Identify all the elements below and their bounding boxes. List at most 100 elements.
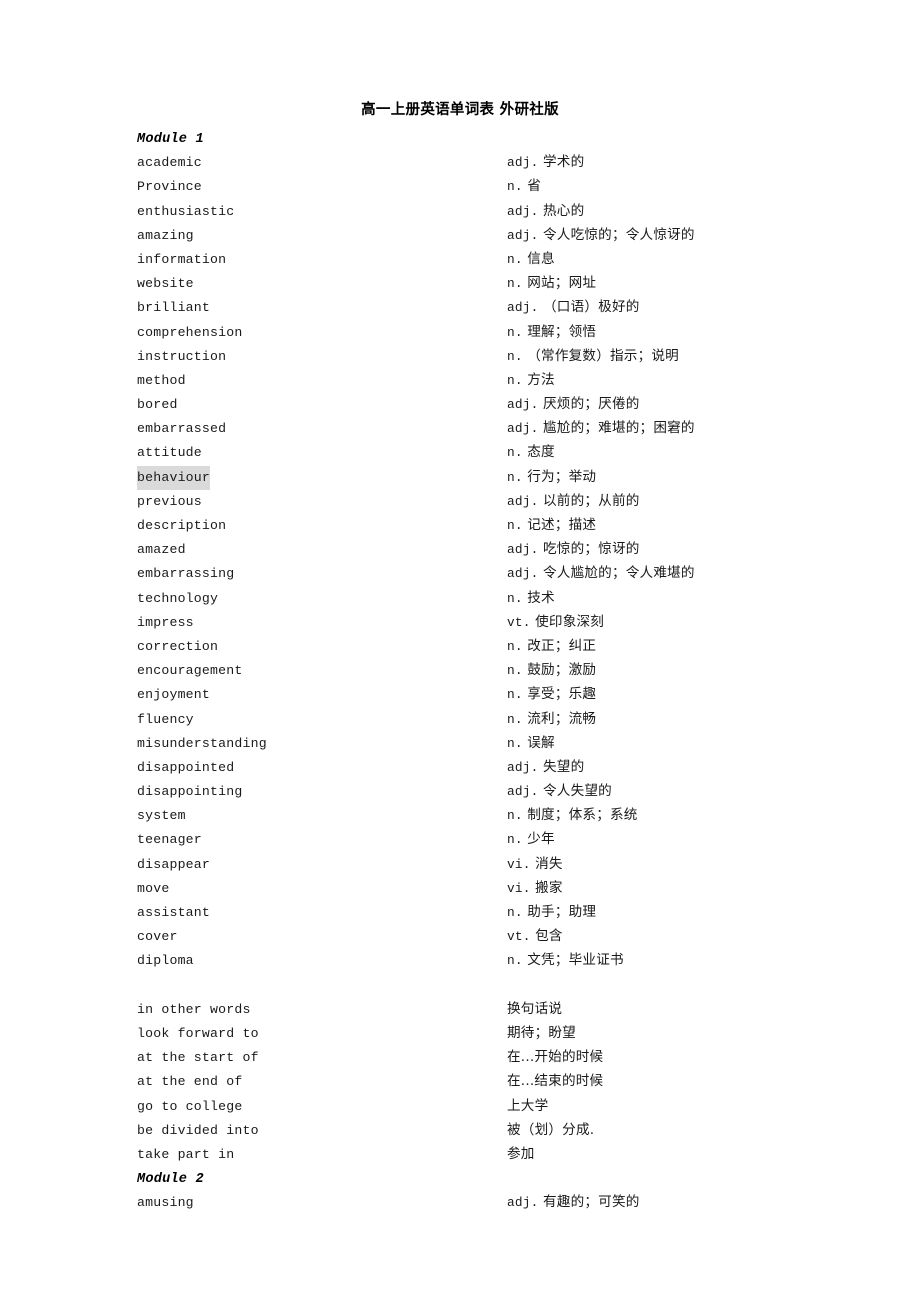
- word-term: brilliant: [137, 300, 211, 316]
- definition-cell: adj. 令人失望的: [507, 779, 612, 804]
- word-row: description n. 记述；描述: [137, 513, 877, 537]
- definition-cell: adj. 有趣的；可笑的: [507, 1190, 640, 1215]
- chinese-meaning: （口语）极好的: [543, 299, 640, 316]
- word-term: system: [137, 808, 186, 824]
- word-row: disappointing adj. 令人失望的: [137, 779, 877, 803]
- word-row: amazed adj. 吃惊的；惊讶的: [137, 537, 877, 561]
- part-of-speech: vi.: [507, 856, 531, 872]
- definition-cell: adj. 令人吃惊的；令人惊讶的: [507, 223, 695, 248]
- phrase-term: at the end of: [137, 1074, 243, 1090]
- part-of-speech: n.: [507, 735, 523, 751]
- word-term: embarrassing: [137, 566, 235, 582]
- chinese-meaning: 参加: [507, 1145, 535, 1162]
- chinese-meaning: 少年: [527, 831, 555, 848]
- definition-cell: n. 少年: [507, 827, 555, 852]
- chinese-meaning: 被（划）分成.: [507, 1121, 595, 1138]
- part-of-speech: adj.: [507, 397, 539, 413]
- definition-cell: n. 流利；流畅: [507, 707, 596, 732]
- chinese-meaning: 使印象深刻: [535, 613, 605, 630]
- definition-cell: 期待；盼望: [507, 1021, 576, 1046]
- word-row: academic adj. 学术的: [137, 150, 877, 174]
- chinese-meaning: 换句话说: [507, 1000, 563, 1017]
- definition-cell: n. 网站；网址: [507, 271, 596, 296]
- definition-cell: adj. 吃惊的；惊讶的: [507, 537, 640, 562]
- word-row: cover vt. 包含: [137, 924, 877, 948]
- word-term: disappear: [137, 856, 211, 872]
- chinese-meaning: 行为；举动: [527, 468, 597, 485]
- definition-cell: 在...开始的时候: [507, 1045, 603, 1070]
- chinese-meaning: 文凭；毕业证书: [527, 952, 624, 969]
- definition-cell: n. 享受；乐趣: [507, 682, 596, 707]
- module-heading-row: Module 1: [137, 126, 877, 150]
- definition-cell: 被（划）分成.: [507, 1118, 594, 1143]
- word-term: fluency: [137, 711, 194, 727]
- chinese-meaning: 失望的: [543, 758, 585, 775]
- part-of-speech: n.: [507, 663, 523, 679]
- chinese-meaning: 包含: [535, 928, 563, 945]
- part-of-speech: n.: [507, 711, 523, 727]
- word-term: bored: [137, 397, 178, 413]
- word-term: description: [137, 518, 227, 533]
- definition-cell: n. 改正；纠正: [507, 634, 596, 659]
- word-term: encouragement: [137, 663, 243, 679]
- part-of-speech: n.: [507, 905, 523, 920]
- part-of-speech: adj.: [507, 759, 539, 775]
- definition-cell: 换句话说: [507, 997, 562, 1022]
- chinese-meaning: 厌烦的；厌倦的: [543, 396, 640, 413]
- definition-cell: n. 态度: [507, 440, 555, 465]
- word-term: academic: [137, 155, 202, 171]
- part-of-speech: vi.: [507, 880, 531, 896]
- phrase-term: be divided into: [137, 1122, 259, 1138]
- definition-cell: n. 信息: [507, 247, 555, 272]
- word-term: disappointed: [137, 759, 235, 775]
- phrase-term: take part in: [137, 1146, 235, 1162]
- definition-cell: n. 助手；助理: [507, 900, 596, 925]
- word-row: information n. 信息: [137, 247, 877, 271]
- definition-cell: vt. 包含: [507, 924, 563, 949]
- phrase-term: look forward to: [137, 1025, 259, 1041]
- chinese-meaning: 热心的: [543, 202, 585, 219]
- definition-cell: n. 记述；描述: [507, 513, 596, 538]
- chinese-meaning: 期待；盼望: [507, 1024, 576, 1041]
- part-of-speech: n.: [507, 276, 523, 292]
- module-label: Module 1: [137, 132, 204, 147]
- definition-cell: n. 方法: [507, 368, 555, 393]
- word-term: method: [137, 372, 186, 388]
- chinese-meaning: 吃惊的；惊讶的: [543, 541, 640, 558]
- part-of-speech: n.: [507, 518, 523, 533]
- chinese-meaning: 享受；乐趣: [527, 686, 597, 703]
- definition-cell: n. 技术: [507, 586, 555, 611]
- definition-cell: adj. 厌烦的；厌倦的: [507, 392, 640, 417]
- word-row: enthusiastic adj. 热心的: [137, 199, 877, 223]
- chinese-meaning: 有趣的；可笑的: [543, 1194, 640, 1211]
- word-row: diploma n. 文凭；毕业证书: [137, 948, 877, 972]
- chinese-meaning: 令人失望的: [543, 783, 612, 800]
- part-of-speech: n.: [507, 372, 523, 388]
- definition-cell: n. 行为；举动: [507, 465, 596, 490]
- word-row: amazing adj. 令人吃惊的；令人惊讶的: [137, 223, 877, 247]
- chinese-meaning: 鼓励；激励: [527, 662, 597, 679]
- word-term: cover: [137, 929, 178, 945]
- part-of-speech: adj.: [507, 542, 539, 558]
- word-term: embarrassed: [137, 421, 227, 437]
- part-of-speech: adj.: [507, 227, 539, 243]
- definition-cell: vt. 使印象深刻: [507, 610, 604, 635]
- word-term: correction: [137, 638, 219, 654]
- definition-cell: adj. 热心的: [507, 199, 584, 224]
- word-term: teenager: [137, 832, 202, 848]
- definition-cell: adj. （口语）极好的: [507, 295, 640, 320]
- word-row: attitude n. 态度: [137, 440, 877, 464]
- part-of-speech: n.: [507, 179, 523, 195]
- phrase-row: look forward to 期待；盼望: [137, 1021, 877, 1045]
- word-term: impress: [137, 614, 194, 630]
- definition-cell: adj. 尴尬的；难堪的；困窘的: [507, 416, 695, 441]
- word-row: system n. 制度；体系；系统: [137, 803, 877, 827]
- word-row: amusing adj. 有趣的；可笑的: [137, 1190, 877, 1214]
- part-of-speech: adj.: [507, 566, 539, 582]
- word-row: embarrassed adj. 尴尬的；难堪的；困窘的: [137, 416, 877, 440]
- phrase-row: in other words 换句话说: [137, 997, 877, 1021]
- word-term: previous: [137, 493, 202, 509]
- word-term: Province: [137, 179, 202, 195]
- part-of-speech: adj.: [507, 784, 539, 800]
- spacer-row: [137, 973, 877, 997]
